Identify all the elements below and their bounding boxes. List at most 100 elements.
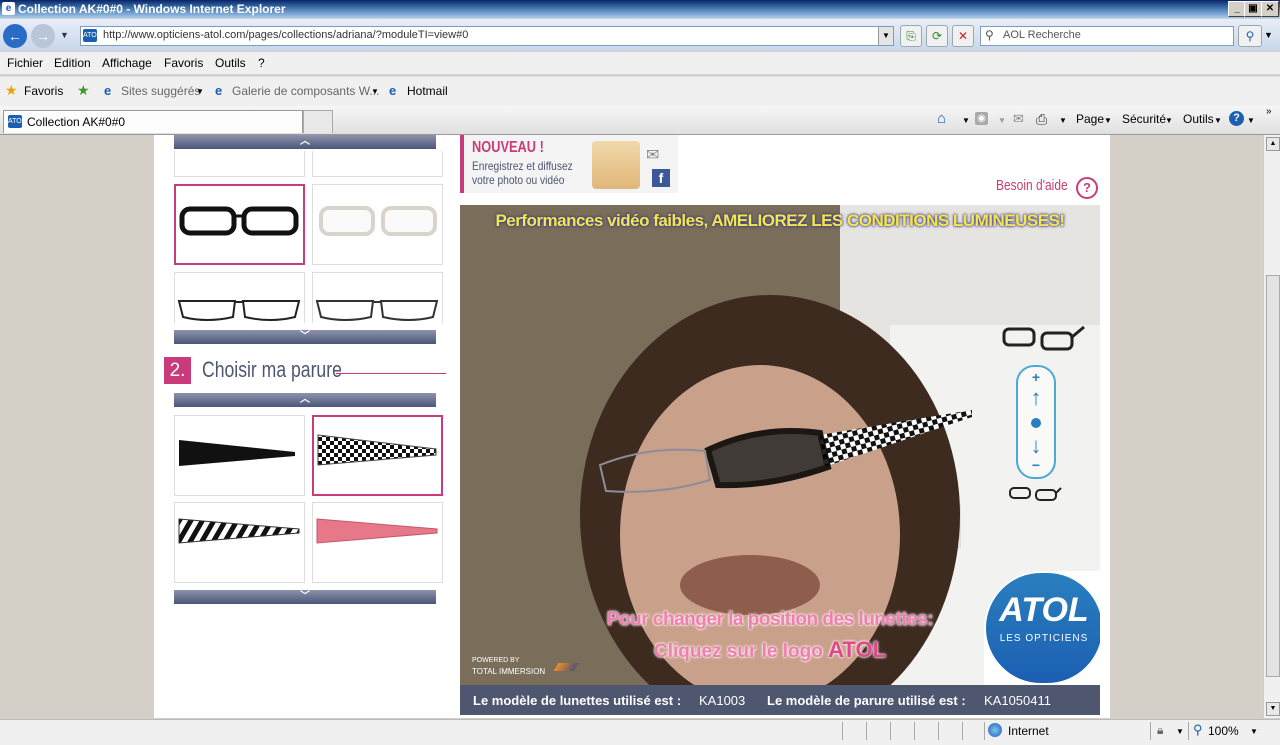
refresh-icon[interactable]: ⟳ <box>926 25 948 47</box>
scroll-up-arrow-icon[interactable]: ▲ <box>1266 137 1280 151</box>
favorites-button[interactable]: Favoris <box>24 84 63 98</box>
zoom-in-icon[interactable]: + <box>1018 369 1054 385</box>
promo-photo <box>592 141 640 189</box>
maximize-button[interactable]: ▣ <box>1244 1 1262 17</box>
frame-thumbnail[interactable] <box>312 184 443 265</box>
window-title-bar: e Collection AK#0#0 - Windows Internet E… <box>0 0 1280 18</box>
position-slider[interactable]: + ↑ ↓ − <box>1016 365 1056 479</box>
chevron-down-icon[interactable]: ▼ <box>1247 116 1255 125</box>
zoom-level[interactable]: 100% <box>1208 724 1239 738</box>
powered-by-label: POWERED BY <box>472 657 520 664</box>
chevron-down-icon[interactable]: ▼ <box>1214 116 1222 125</box>
menu-affichage[interactable]: Affichage <box>102 56 152 70</box>
chevron-down-icon[interactable]: ▼ <box>1176 727 1184 736</box>
frame-thumbnail[interactable] <box>174 151 305 177</box>
command-tools[interactable]: Outils <box>1183 112 1214 126</box>
promo-headline: NOUVEAU ! <box>472 139 544 156</box>
facebook-icon: f <box>652 169 670 187</box>
slider-handle[interactable] <box>1031 418 1041 428</box>
close-button[interactable]: ✕ <box>1261 1 1279 17</box>
menu-help[interactable]: ? <box>258 56 265 70</box>
favorites-link-hotmail[interactable]: Hotmail <box>407 84 448 98</box>
parure-model-value: KA1050411 <box>984 693 1051 708</box>
frame-model-value: KA1003 <box>699 693 746 708</box>
help-icon[interactable]: ? <box>1229 111 1244 126</box>
promo-banner[interactable]: NOUVEAU ! Enregistrez et diffusez votre … <box>460 135 678 193</box>
atol-logo[interactable]: ATOL LES OPTICIENS <box>986 573 1100 683</box>
glasses-large-icon[interactable] <box>1000 323 1086 353</box>
frames-scroll-up-button[interactable]: ︿ <box>174 135 436 149</box>
chevron-down-icon[interactable]: ▼ <box>371 87 379 96</box>
command-page[interactable]: Page <box>1076 112 1104 126</box>
frame-thumbnail[interactable] <box>174 272 305 323</box>
status-divider <box>842 722 843 740</box>
glasses-small-icon[interactable] <box>1008 483 1062 503</box>
ie-link-icon: e <box>215 83 223 98</box>
parure-thumbnail[interactable] <box>312 502 443 583</box>
frame-thumbnail[interactable] <box>312 151 443 177</box>
print-icon[interactable]: ⎙ <box>1036 111 1047 128</box>
favorites-link-gallery[interactable]: Galerie de composants W... <box>232 84 379 98</box>
help-question-icon[interactable]: ? <box>1076 177 1098 199</box>
address-dropdown-icon[interactable]: ▼ <box>878 27 893 45</box>
status-divider <box>962 722 963 740</box>
address-bar[interactable]: ATOL http://www.opticiens-atol.com/pages… <box>80 26 894 46</box>
favorites-link-suggested[interactable]: Sites suggérés <box>121 84 200 98</box>
toolbar-overflow-icon[interactable]: » <box>1266 106 1272 117</box>
chevron-down-icon[interactable]: ▼ <box>1165 116 1173 125</box>
status-divider <box>914 722 915 740</box>
search-icon[interactable]: ⚲ <box>1238 25 1262 47</box>
parure-scroll-up-button[interactable]: ︿ <box>174 393 436 407</box>
zoom-icon[interactable]: ⚲ <box>1193 722 1203 738</box>
parure-thumbnail-selected[interactable] <box>312 415 443 496</box>
mail-icon[interactable]: ✉ <box>1013 111 1024 127</box>
chevron-down-icon[interactable]: ▼ <box>1059 116 1067 125</box>
tab-collection[interactable]: ATOL Collection AK#0#0 <box>3 110 303 133</box>
chevron-down-icon[interactable]: ▼ <box>1104 116 1112 125</box>
webcam-view[interactable]: Performances vidéo faibles, AMELIOREZ LE… <box>460 205 1100 685</box>
search-options-icon[interactable]: ▼ <box>1264 30 1273 40</box>
atol-logo-sub: LES OPTICIENS <box>999 633 1089 644</box>
status-divider <box>984 722 985 740</box>
frame-thumbnail[interactable] <box>312 272 443 323</box>
feeds-icon[interactable]: ◉ <box>975 112 988 125</box>
powered-by-brand: TOTAL IMMERSION <box>472 667 546 676</box>
arrow-down-icon[interactable]: ↓ <box>1018 433 1054 459</box>
search-box[interactable]: ⚲ AOL Recherche <box>980 26 1234 46</box>
menu-outils[interactable]: Outils <box>215 56 246 70</box>
frames-scroll-down-button[interactable]: ﹀ <box>174 330 436 344</box>
zoom-out-icon[interactable]: − <box>1018 457 1054 473</box>
scroll-thumb[interactable] <box>1266 275 1280 677</box>
chevron-down-icon[interactable]: ▼ <box>962 116 970 125</box>
parure-model-label: Le modèle de parure utilisé est : <box>767 693 966 708</box>
frame-thumbnail-selected[interactable] <box>174 184 305 265</box>
menu-edition[interactable]: Edition <box>54 56 91 70</box>
scroll-down-arrow-icon[interactable]: ▼ <box>1266 702 1280 716</box>
back-icon[interactable]: ← <box>3 24 27 48</box>
help-link[interactable]: Besoin d'aide <box>996 177 1068 194</box>
protected-mode-lock-icon[interactable]: 🔒︎ <box>1157 723 1163 738</box>
history-dropdown-icon[interactable]: ▼ <box>60 30 69 40</box>
compatibility-icon[interactable]: ⎘ <box>900 25 922 47</box>
forward-icon[interactable]: → <box>31 24 55 48</box>
home-icon[interactable]: ⌂ <box>937 110 946 127</box>
parure-scroll-down-button[interactable]: ﹀ <box>174 590 436 604</box>
menu-favoris[interactable]: Favoris <box>164 56 203 70</box>
promo-line2: votre photo ou vidéo <box>472 173 565 187</box>
ie-icon: e <box>2 2 15 15</box>
arrow-up-icon[interactable]: ↑ <box>1018 385 1054 411</box>
menu-fichier[interactable]: Fichier <box>7 56 43 70</box>
stop-icon[interactable]: ✕ <box>952 25 974 47</box>
chevron-down-icon[interactable]: ▼ <box>1250 727 1258 736</box>
chevron-down-icon[interactable]: ▼ <box>196 87 204 96</box>
add-favorite-icon[interactable]: ★ <box>77 82 90 99</box>
command-security[interactable]: Sécurité <box>1122 112 1166 126</box>
parure-thumbnail[interactable] <box>174 502 305 583</box>
chevron-down-icon[interactable]: ▼ <box>998 116 1006 125</box>
mail-icon: ✉ <box>646 147 660 164</box>
vertical-scrollbar[interactable]: ▲ ▼ <box>1263 135 1280 718</box>
parure-thumbnail[interactable] <box>174 415 305 496</box>
section-divider <box>336 373 446 374</box>
status-divider <box>1188 722 1189 740</box>
new-tab-button[interactable] <box>303 110 333 133</box>
